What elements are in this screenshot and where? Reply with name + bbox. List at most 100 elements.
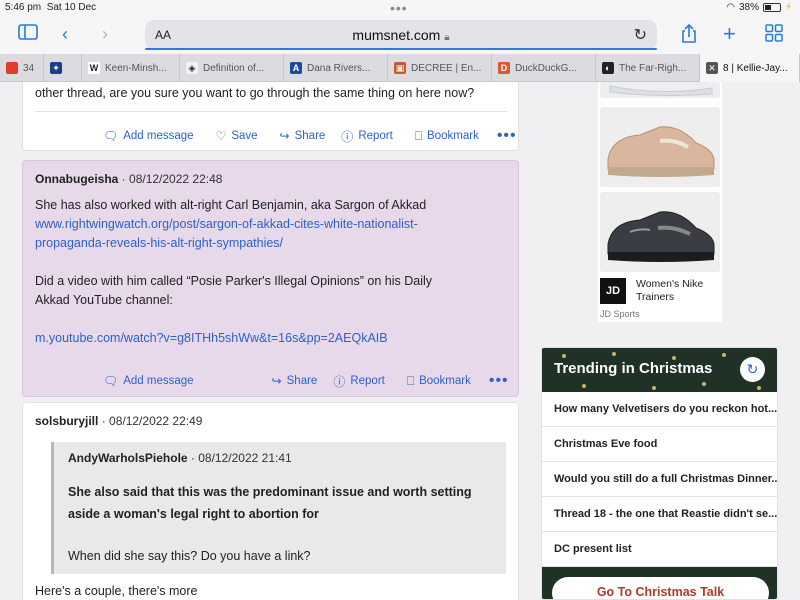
- page-content: other thread, are you sure you want to g…: [0, 82, 800, 600]
- post-solsburyjill: solsburyjill · 08/12/2022 22:49 AndyWarh…: [22, 402, 519, 600]
- browser-tab[interactable]: ▣ DECREE | En...: [388, 54, 492, 82]
- refresh-icon[interactable]: ↻: [740, 357, 765, 382]
- forward-icon[interactable]: ›: [102, 24, 108, 44]
- browser-tab[interactable]: D DuckDuckG...: [492, 54, 596, 82]
- tab-label: Dana Rivers...: [307, 62, 371, 74]
- ad-title: Women's Nike Trainers: [636, 278, 704, 303]
- sidebar-icon[interactable]: [18, 24, 38, 44]
- browser-tab[interactable]: W Keen-Minsh...: [82, 54, 180, 82]
- bookmark-button[interactable]: ⎕ Bookmark: [407, 374, 471, 389]
- speech-bubble-icon: 🗨︎: [103, 374, 119, 388]
- share-icon[interactable]: [680, 23, 698, 48]
- info-icon: ⓘ: [341, 129, 354, 144]
- share-arrow-icon: ↪: [279, 129, 290, 143]
- browser-tab[interactable]: ✦: [44, 54, 82, 82]
- youtube-link[interactable]: m.youtube.com/watch?v=g8ITHh5shWw&t=16s&…: [35, 331, 388, 345]
- quote-bold-text: She also said that this was the predomin…: [68, 485, 472, 521]
- bookmark-icon: ⎕: [406, 373, 415, 388]
- multitasking-dots-icon[interactable]: •••: [390, 0, 408, 16]
- rightwingwatch-link[interactable]: www.rightwingwatch.org/post/sargon-of-ak…: [35, 217, 418, 250]
- quote-date: 08/12/2022 21:41: [198, 451, 292, 465]
- save-button[interactable]: ♡ Save: [216, 129, 258, 143]
- trending-header: Trending in Christmas ↻: [542, 348, 777, 392]
- tab-favicon-icon: ▣: [394, 62, 406, 74]
- browser-tab[interactable]: ◐ The Far-Righ...: [596, 54, 700, 82]
- browser-tab[interactable]: ✕ 8 | Kellie-Jay...: [700, 54, 800, 82]
- share-button[interactable]: ↪ Share: [272, 374, 318, 388]
- reply-text: Here's a couple, there's more: [35, 584, 198, 598]
- more-options-icon[interactable]: •••: [497, 127, 517, 145]
- battery-icon: [762, 3, 781, 12]
- add-message-button[interactable]: 🗨︎ Add message: [103, 129, 194, 143]
- tab-favicon-icon: ◐: [602, 62, 614, 74]
- trending-item[interactable]: DC present list: [542, 532, 777, 567]
- post-body: She has also worked with alt-right Carl …: [35, 196, 455, 348]
- tab-label: DECREE | En...: [411, 62, 482, 74]
- address-bar[interactable]: AA mumsnet.com 🔒︎ ↻: [145, 20, 657, 50]
- post-text-line: Did a video with him called “Posie Parke…: [35, 274, 433, 307]
- browser-tab[interactable]: A Dana Rivers...: [284, 54, 388, 82]
- charging-icon: ⚡: [784, 2, 792, 13]
- post-username[interactable]: solsburyjill: [35, 414, 98, 428]
- tab-favicon-icon: ✦: [50, 62, 62, 74]
- add-message-button[interactable]: 🗨︎ Add message: [103, 374, 194, 388]
- trending-panel: Trending in Christmas ↻ How many Velveti…: [541, 347, 778, 600]
- trending-item[interactable]: Christmas Eve food: [542, 427, 777, 462]
- tab-favicon-icon: [6, 62, 18, 74]
- more-options-icon[interactable]: •••: [489, 372, 509, 390]
- battery-percent: 38%: [738, 2, 759, 13]
- post-header: Onnabugeisha · 08/12/2022 22:48: [35, 172, 223, 186]
- post-partial: other thread, are you sure you want to g…: [22, 82, 519, 151]
- trending-item[interactable]: How many Velvetisers do you reckon hot..…: [542, 392, 777, 427]
- trending-item[interactable]: Would you still do a full Christmas Dinn…: [542, 462, 777, 497]
- tab-label: Keen-Minsh...: [105, 62, 167, 74]
- report-button[interactable]: ⓘ Report: [333, 373, 385, 390]
- tab-label: DuckDuckG...: [515, 62, 577, 74]
- tab-overview-icon[interactable]: [765, 24, 783, 46]
- browser-tab[interactable]: ◈ Definition of...: [180, 54, 284, 82]
- tab-label: 8 | Kellie-Jay...: [723, 62, 788, 74]
- bookmark-button[interactable]: ⎕ Bookmark: [415, 129, 479, 144]
- tab-bar: 34 ✦ W Keen-Minsh... ◈ Definition of... A Dana …: [0, 54, 800, 82]
- info-icon: ⓘ: [333, 374, 346, 389]
- browser-tab[interactable]: 34: [0, 54, 44, 82]
- tab-favicon-icon: D: [498, 62, 510, 74]
- new-tab-icon[interactable]: +: [723, 23, 736, 45]
- post-date: 08/12/2022 22:48: [129, 172, 223, 186]
- jd-logo: JD: [600, 278, 626, 304]
- wifi-icon: ◠: [726, 2, 735, 13]
- tab-favicon-icon: ◈: [186, 62, 198, 74]
- page-load-progress: [145, 48, 657, 50]
- ad-brand: JD Sports: [600, 309, 640, 319]
- shoe-image: [600, 107, 720, 187]
- post-onnabugeisha: Onnabugeisha · 08/12/2022 22:48 She has …: [22, 160, 519, 397]
- report-button[interactable]: ⓘ Report: [341, 128, 393, 145]
- back-icon[interactable]: ‹: [62, 24, 68, 44]
- tab-favicon-icon: W: [88, 62, 100, 74]
- bookmark-icon: ⎕: [414, 128, 423, 143]
- status-time: 5:46 pm Sat 10 Dec: [5, 2, 97, 13]
- share-arrow-icon: ↪: [271, 374, 282, 388]
- quote-username: AndyWarholsPiehole: [68, 451, 188, 465]
- status-bar: 5:46 pm Sat 10 Dec ••• ◠ 38% ⚡: [0, 0, 800, 16]
- quote-text: When did she say this? Do you have a lin…: [68, 549, 311, 563]
- trending-title: Trending in Christmas: [554, 360, 713, 377]
- tab-label: The Far-Righ...: [619, 62, 687, 74]
- shoe-image: [600, 82, 720, 98]
- post-username[interactable]: Onnabugeisha: [35, 172, 118, 186]
- post-text: other thread, are you sure you want to g…: [35, 86, 475, 100]
- share-button[interactable]: ↪ Share: [280, 129, 326, 143]
- tab-favicon-icon: ✕: [706, 62, 718, 74]
- reload-icon[interactable]: ↻: [634, 25, 647, 45]
- trending-footer: Go To Christmas Talk: [542, 567, 777, 599]
- url-text: mumsnet.com: [352, 27, 441, 43]
- quoted-message: AndyWarholsPiehole · 08/12/2022 21:41 Sh…: [51, 442, 506, 574]
- post-header: solsburyjill · 08/12/2022 22:49: [35, 414, 203, 428]
- advert-jd-sports[interactable]: JD Women's Nike Trainers JD Sports: [598, 82, 722, 322]
- heart-icon: ♡: [215, 129, 227, 143]
- trending-item[interactable]: Thread 18 - the one that Reastie didn't …: [542, 497, 777, 532]
- post-text-line: She has also worked with alt-right Carl …: [35, 198, 427, 212]
- browser-toolbar: ‹ › AA mumsnet.com 🔒︎ ↻ +: [0, 16, 800, 54]
- tab-favicon-icon: A: [290, 62, 302, 74]
- go-to-christmas-talk-button[interactable]: Go To Christmas Talk: [552, 577, 769, 599]
